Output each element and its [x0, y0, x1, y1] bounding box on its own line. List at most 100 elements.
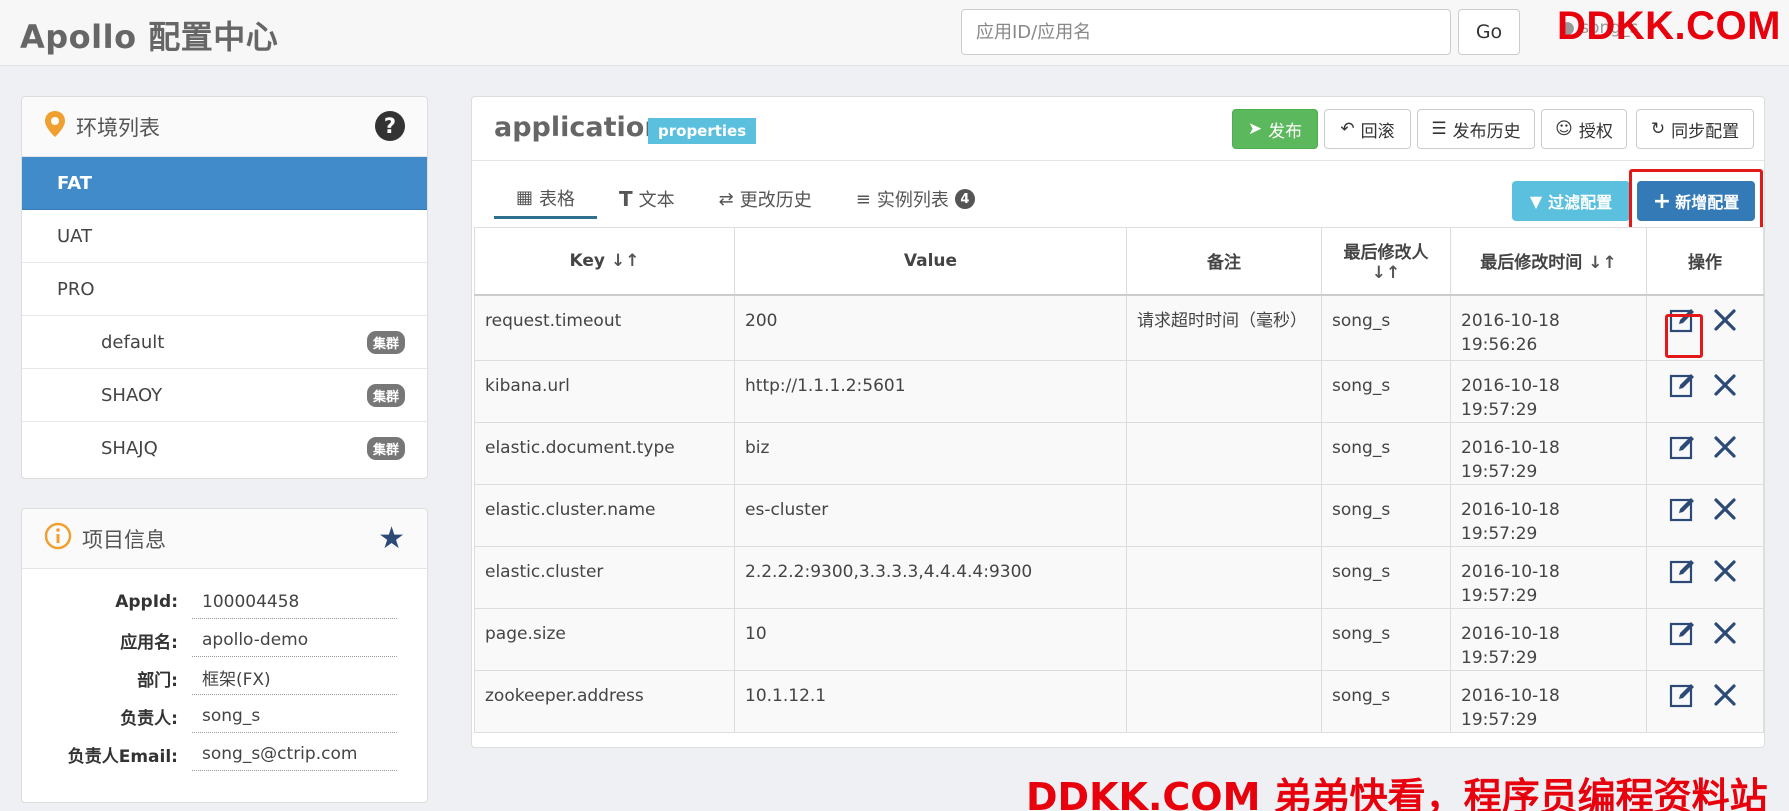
sort-icon: ↓↑ [1371, 263, 1401, 284]
cluster-badge: 集群 [366, 437, 405, 460]
sort-icon: ↓↑ [610, 250, 640, 271]
env-label: UAT [57, 225, 93, 247]
env-item-uat[interactable]: UAT [22, 210, 427, 263]
table-row: elastic.cluster.name es-cluster song_s 2016… [474, 484, 1764, 547]
table-row: elastic.cluster 2.2.2.2:9300,3.3.3.3,4.4.… [474, 546, 1764, 609]
go-button[interactable]: Go [1458, 9, 1520, 55]
col-header-value: Value [734, 227, 1127, 296]
sort-icon: ↓↑ [1588, 253, 1617, 274]
col-header-modified-time[interactable]: 最后修改时间 ↓↑ [1450, 227, 1647, 296]
info-value: 框架(FX) [192, 662, 397, 695]
project-info-title: 项目信息 [82, 527, 166, 552]
edit-icon[interactable] [1669, 619, 1697, 647]
app-search-input[interactable] [961, 9, 1451, 55]
env-item-pro[interactable]: PRO [22, 263, 427, 316]
filter-config-button[interactable]: ▼ 过滤配置 [1512, 181, 1630, 221]
env-item-fat[interactable]: FAT [22, 157, 427, 210]
header-divider [472, 160, 1764, 161]
config-table: Key ↓↑ Value 备注 最后修改人 ↓↑ 最后修改时间 ↓↑ 操作 req… [474, 227, 1764, 733]
edit-icon[interactable] [1669, 371, 1697, 399]
cell-ops [1646, 546, 1764, 609]
edit-icon[interactable] [1669, 557, 1697, 585]
cell-key: zookeeper.address [474, 670, 735, 733]
env-list-title: 环境列表 [76, 115, 160, 140]
cell-comment [1126, 484, 1322, 547]
swap-icon: ⇄ [718, 188, 734, 210]
cluster-item-shajq[interactable]: SHAJQ 集群 [22, 422, 427, 475]
cluster-item-shaoy[interactable]: SHAOY 集群 [22, 369, 427, 422]
env-list-panel: 环境列表 ? FAT UAT PRO default 集群 SHAOY 集群 SHA… [21, 96, 428, 479]
cell-key: request.timeout [474, 294, 735, 361]
edit-icon[interactable] [1669, 433, 1697, 461]
info-label: 负责人: [120, 708, 178, 729]
top-navbar: Apollo 配置中心 Go ● song_s DDKK.COM [0, 0, 1789, 66]
info-icon [44, 522, 72, 555]
table-row: page.size 10 song_s 2016-10-18 19:57:29 [474, 608, 1764, 671]
edit-icon[interactable] [1669, 495, 1697, 523]
help-icon[interactable]: ? [375, 111, 405, 141]
table-row: elastic.document.type biz song_s 2016-10-18… [474, 422, 1764, 485]
app-brand[interactable]: Apollo 配置中心 [20, 12, 278, 58]
sync-config-button[interactable]: ↻ 同步配置 [1636, 109, 1754, 149]
highlight-edit-button [1665, 314, 1703, 358]
tab-text[interactable]: T 文本 [597, 179, 697, 219]
header-label: 最后修改人 [1343, 243, 1429, 264]
rollback-button[interactable]: ↶ 回滚 [1324, 109, 1411, 149]
cell-value: http://1.1.1.2:5601 [734, 360, 1127, 423]
delete-icon[interactable] [1711, 306, 1739, 334]
cell-ops [1646, 484, 1764, 547]
cell-key: page.size [474, 608, 735, 671]
cell-modified-time: 2016-10-18 19:57:29 [1450, 422, 1647, 485]
info-value: song_s@ctrip.com [192, 738, 397, 771]
cluster-badge: 集群 [366, 384, 405, 407]
tab-table[interactable]: ▦ 表格 [494, 179, 598, 219]
cell-modifier: song_s [1321, 484, 1451, 547]
cell-ops [1646, 422, 1764, 485]
tab-instance-list[interactable]: ≡ 实例列表 4 [834, 179, 997, 219]
document-icon: ☰ [1431, 119, 1447, 139]
info-value: 100004458 [192, 586, 397, 619]
namespace-panel: application properties ➤ 发布 ↶ 回滚 ☰ 发布历史 ☺ 授权… [471, 96, 1765, 748]
info-row-app-name: 应用名: apollo-demo [22, 621, 427, 659]
refresh-icon: ↻ [1650, 119, 1666, 139]
publish-button[interactable]: ➤ 发布 [1232, 109, 1318, 149]
cell-modified-time: 2016-10-18 19:57:29 [1450, 608, 1647, 671]
cell-ops [1646, 670, 1764, 733]
cell-ops [1646, 360, 1764, 423]
delete-icon[interactable] [1711, 371, 1739, 399]
cell-key: elastic.cluster [474, 546, 735, 609]
col-header-key[interactable]: Key ↓↑ [474, 227, 735, 296]
location-pin-icon [44, 110, 66, 143]
col-header-modifier[interactable]: 最后修改人 ↓↑ [1321, 227, 1451, 296]
delete-icon[interactable] [1711, 557, 1739, 585]
cell-comment [1126, 608, 1322, 671]
cell-modified-time: 2016-10-18 19:57:29 [1450, 546, 1647, 609]
release-history-button[interactable]: ☰ 发布历史 [1417, 109, 1535, 149]
info-label: 部门: [137, 670, 178, 691]
cluster-item-default[interactable]: default 集群 [22, 316, 427, 369]
authorize-button[interactable]: ☺ 授权 [1541, 109, 1627, 149]
delete-icon[interactable] [1711, 619, 1739, 647]
info-value: song_s [192, 700, 397, 733]
tab-label: 文本 [638, 190, 675, 211]
cell-modified-time: 2016-10-18 19:57:29 [1450, 360, 1647, 423]
info-row-owner: 负责人: song_s [22, 697, 427, 735]
cell-key: elastic.document.type [474, 422, 735, 485]
col-header-ops: 操作 [1646, 227, 1764, 296]
cell-modifier: song_s [1321, 546, 1451, 609]
cell-modifier: song_s [1321, 670, 1451, 733]
star-icon[interactable]: ★ [378, 521, 405, 556]
text-icon: T [619, 187, 633, 211]
delete-icon[interactable] [1711, 681, 1739, 709]
delete-icon[interactable] [1711, 495, 1739, 523]
cluster-label: SHAJQ [101, 438, 158, 459]
edit-icon[interactable] [1669, 681, 1697, 709]
cell-modified-time: 2016-10-18 19:57:29 [1450, 670, 1647, 733]
delete-icon[interactable] [1711, 433, 1739, 461]
cluster-label: default [101, 331, 165, 353]
info-row-owner-email: 负责人Email: song_s@ctrip.com [22, 735, 427, 773]
cluster-label: SHAOY [101, 384, 163, 406]
instance-count-badge: 4 [954, 189, 975, 209]
tab-change-history[interactable]: ⇄ 更改历史 [697, 179, 834, 219]
info-label: 应用名: [120, 632, 178, 653]
